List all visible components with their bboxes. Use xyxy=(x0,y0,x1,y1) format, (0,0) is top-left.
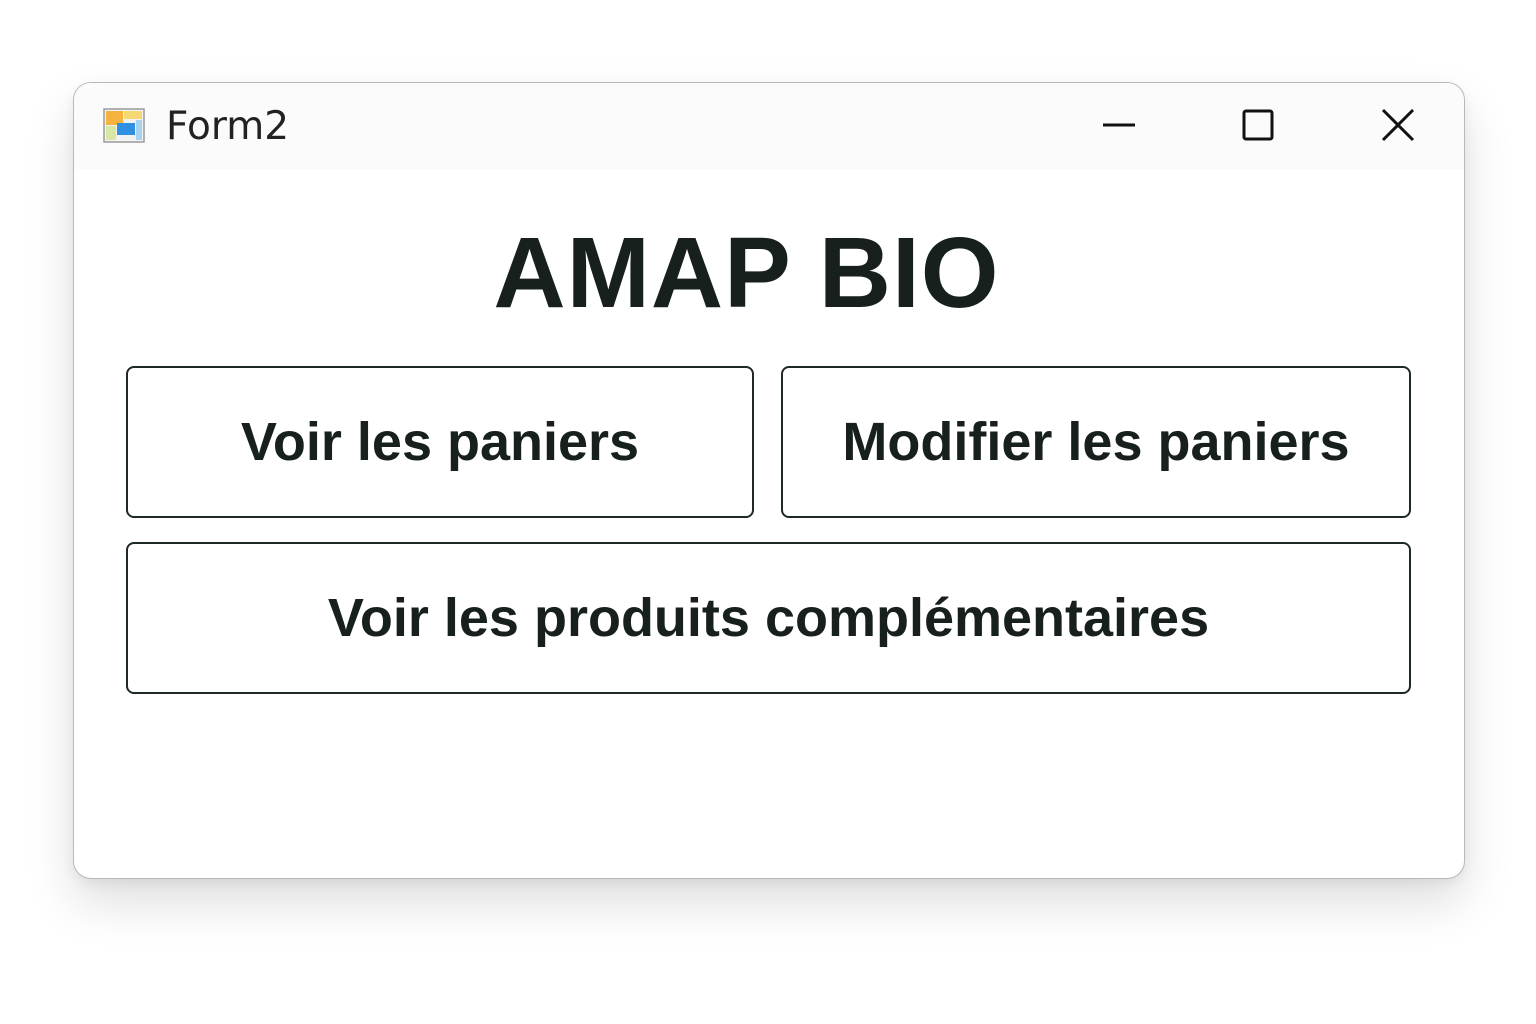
form2-window: Form2 AMAP BIO Voir les paniers Modifier… xyxy=(73,82,1465,879)
close-icon xyxy=(1381,108,1415,142)
view-extra-products-button[interactable]: Voir les produits complémentaires xyxy=(126,542,1411,694)
form-app-icon xyxy=(103,108,145,143)
maximize-button[interactable] xyxy=(1223,97,1293,153)
minimize-icon xyxy=(1102,108,1136,142)
maximize-icon xyxy=(1241,108,1275,142)
edit-baskets-button[interactable]: Modifier les paniers xyxy=(781,366,1411,518)
app-heading: AMAP BIO xyxy=(493,217,1000,329)
window-title: Form2 xyxy=(166,104,290,149)
title-bar[interactable]: Form2 xyxy=(74,83,1464,169)
minimize-button[interactable] xyxy=(1084,97,1154,153)
close-button[interactable] xyxy=(1363,97,1433,153)
view-baskets-button[interactable]: Voir les paniers xyxy=(126,366,754,518)
